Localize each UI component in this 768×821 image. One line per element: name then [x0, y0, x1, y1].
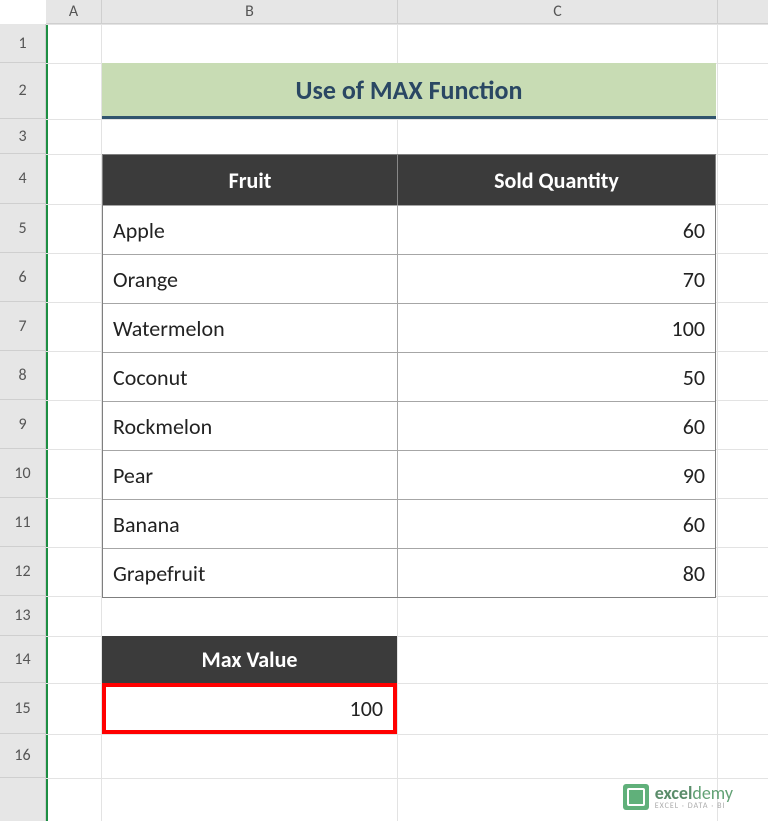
column-headers: A B C — [46, 0, 768, 24]
title-banner: Use of MAX Function — [102, 63, 716, 119]
cell-qty[interactable]: 100 — [398, 304, 715, 352]
spreadsheet: A B C 12345678910111213141516 Use of MAX… — [0, 0, 768, 821]
cell-fruit[interactable]: Grapefruit — [103, 549, 398, 597]
table-row[interactable]: Rockmelon60 — [103, 401, 715, 450]
row-header-3[interactable]: 3 — [0, 119, 45, 154]
row-header-4[interactable]: 4 — [0, 154, 45, 204]
cell-qty[interactable]: 70 — [398, 255, 715, 303]
cell-fruit[interactable]: Pear — [103, 451, 398, 499]
cell-grid[interactable]: Use of MAX Function Fruit Sold Quantity … — [46, 24, 768, 821]
cell-qty[interactable]: 50 — [398, 353, 715, 401]
table-row[interactable]: Apple60 — [103, 205, 715, 254]
row-headers: 12345678910111213141516 — [0, 24, 46, 821]
table-header-qty: Sold Quantity — [398, 155, 715, 205]
row-header-9[interactable]: 9 — [0, 400, 45, 449]
cell-qty[interactable]: 60 — [398, 500, 715, 548]
table-row[interactable]: Grapefruit80 — [103, 548, 715, 597]
table-row[interactable]: Watermelon100 — [103, 303, 715, 352]
watermark-tagline: EXCEL · DATA · BI — [655, 801, 733, 811]
table-header-row: Fruit Sold Quantity — [103, 155, 715, 205]
column-header-b[interactable]: B — [102, 0, 398, 23]
cell-qty[interactable]: 60 — [398, 206, 715, 254]
row-header-2[interactable]: 2 — [0, 63, 45, 119]
table-body: Apple60Orange70Watermelon100Coconut50Roc… — [103, 205, 715, 597]
watermark-text: exceldemy EXCEL · DATA · BI — [655, 782, 733, 811]
row-header-12[interactable]: 12 — [0, 547, 45, 596]
column-header-c[interactable]: C — [398, 0, 718, 23]
cell-qty[interactable]: 90 — [398, 451, 715, 499]
watermark-icon — [623, 784, 649, 810]
max-value-header: Max Value — [102, 636, 397, 683]
table-row[interactable]: Pear90 — [103, 450, 715, 499]
row-header-8[interactable]: 8 — [0, 351, 45, 400]
cell-fruit[interactable]: Rockmelon — [103, 402, 398, 450]
row-header-11[interactable]: 11 — [0, 498, 45, 547]
row-header-1[interactable]: 1 — [0, 24, 45, 63]
row-header-15[interactable]: 15 — [0, 683, 45, 734]
cell-fruit[interactable]: Apple — [103, 206, 398, 254]
row-header-14[interactable]: 14 — [0, 636, 45, 683]
column-header-a[interactable]: A — [46, 0, 102, 23]
row-header-5[interactable]: 5 — [0, 204, 45, 253]
cell-qty[interactable]: 60 — [398, 402, 715, 450]
table-header-fruit: Fruit — [103, 155, 398, 205]
cell-fruit[interactable]: Coconut — [103, 353, 398, 401]
table-row[interactable]: Orange70 — [103, 254, 715, 303]
row-header-16[interactable]: 16 — [0, 734, 45, 778]
watermark: exceldemy EXCEL · DATA · BI — [623, 782, 733, 811]
table-row[interactable]: Coconut50 — [103, 352, 715, 401]
row-header-13[interactable]: 13 — [0, 596, 45, 636]
table-row[interactable]: Banana60 — [103, 499, 715, 548]
max-value-cell[interactable]: 100 — [102, 683, 397, 734]
row-header-6[interactable]: 6 — [0, 253, 45, 302]
row-header-10[interactable]: 10 — [0, 449, 45, 498]
cell-fruit[interactable]: Watermelon — [103, 304, 398, 352]
cell-fruit[interactable]: Orange — [103, 255, 398, 303]
cell-qty[interactable]: 80 — [398, 549, 715, 597]
data-table: Fruit Sold Quantity Apple60Orange70Water… — [102, 154, 716, 598]
cell-fruit[interactable]: Banana — [103, 500, 398, 548]
row-header-7[interactable]: 7 — [0, 302, 45, 351]
